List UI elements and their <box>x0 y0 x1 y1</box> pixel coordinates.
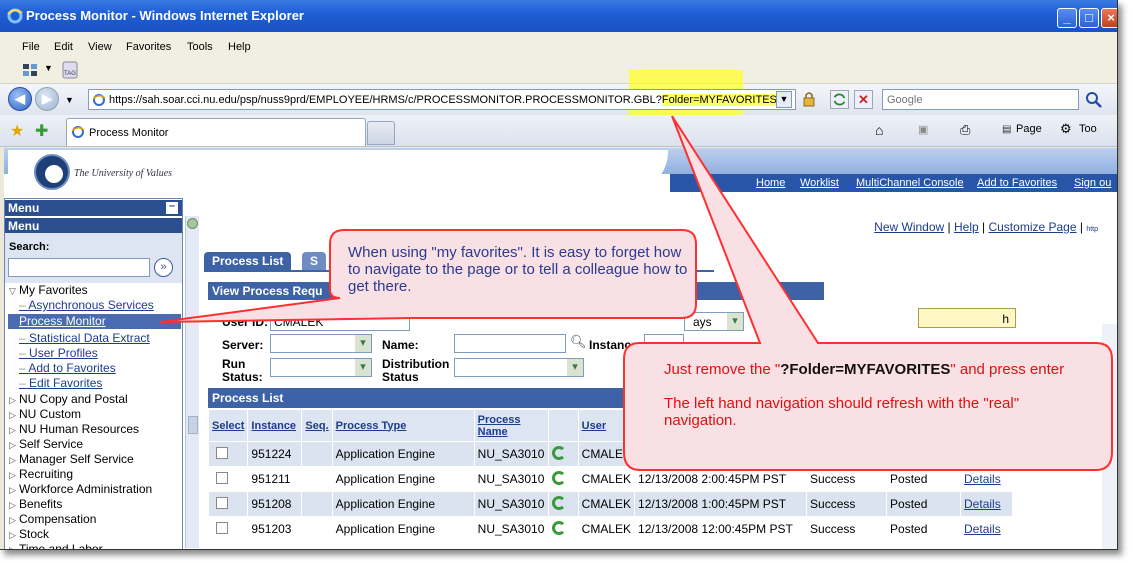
callout-bold-url: ?Folder=MYFAVORITES <box>780 361 951 378</box>
callout-remove-text: Just remove the "?Folder=MYFAVORITES" an… <box>664 361 1065 429</box>
callout-favorites-text: When using "my favorites". It is easy to… <box>348 244 688 295</box>
browser-window: Process Monitor - Windows Internet Explo… <box>0 0 1118 550</box>
